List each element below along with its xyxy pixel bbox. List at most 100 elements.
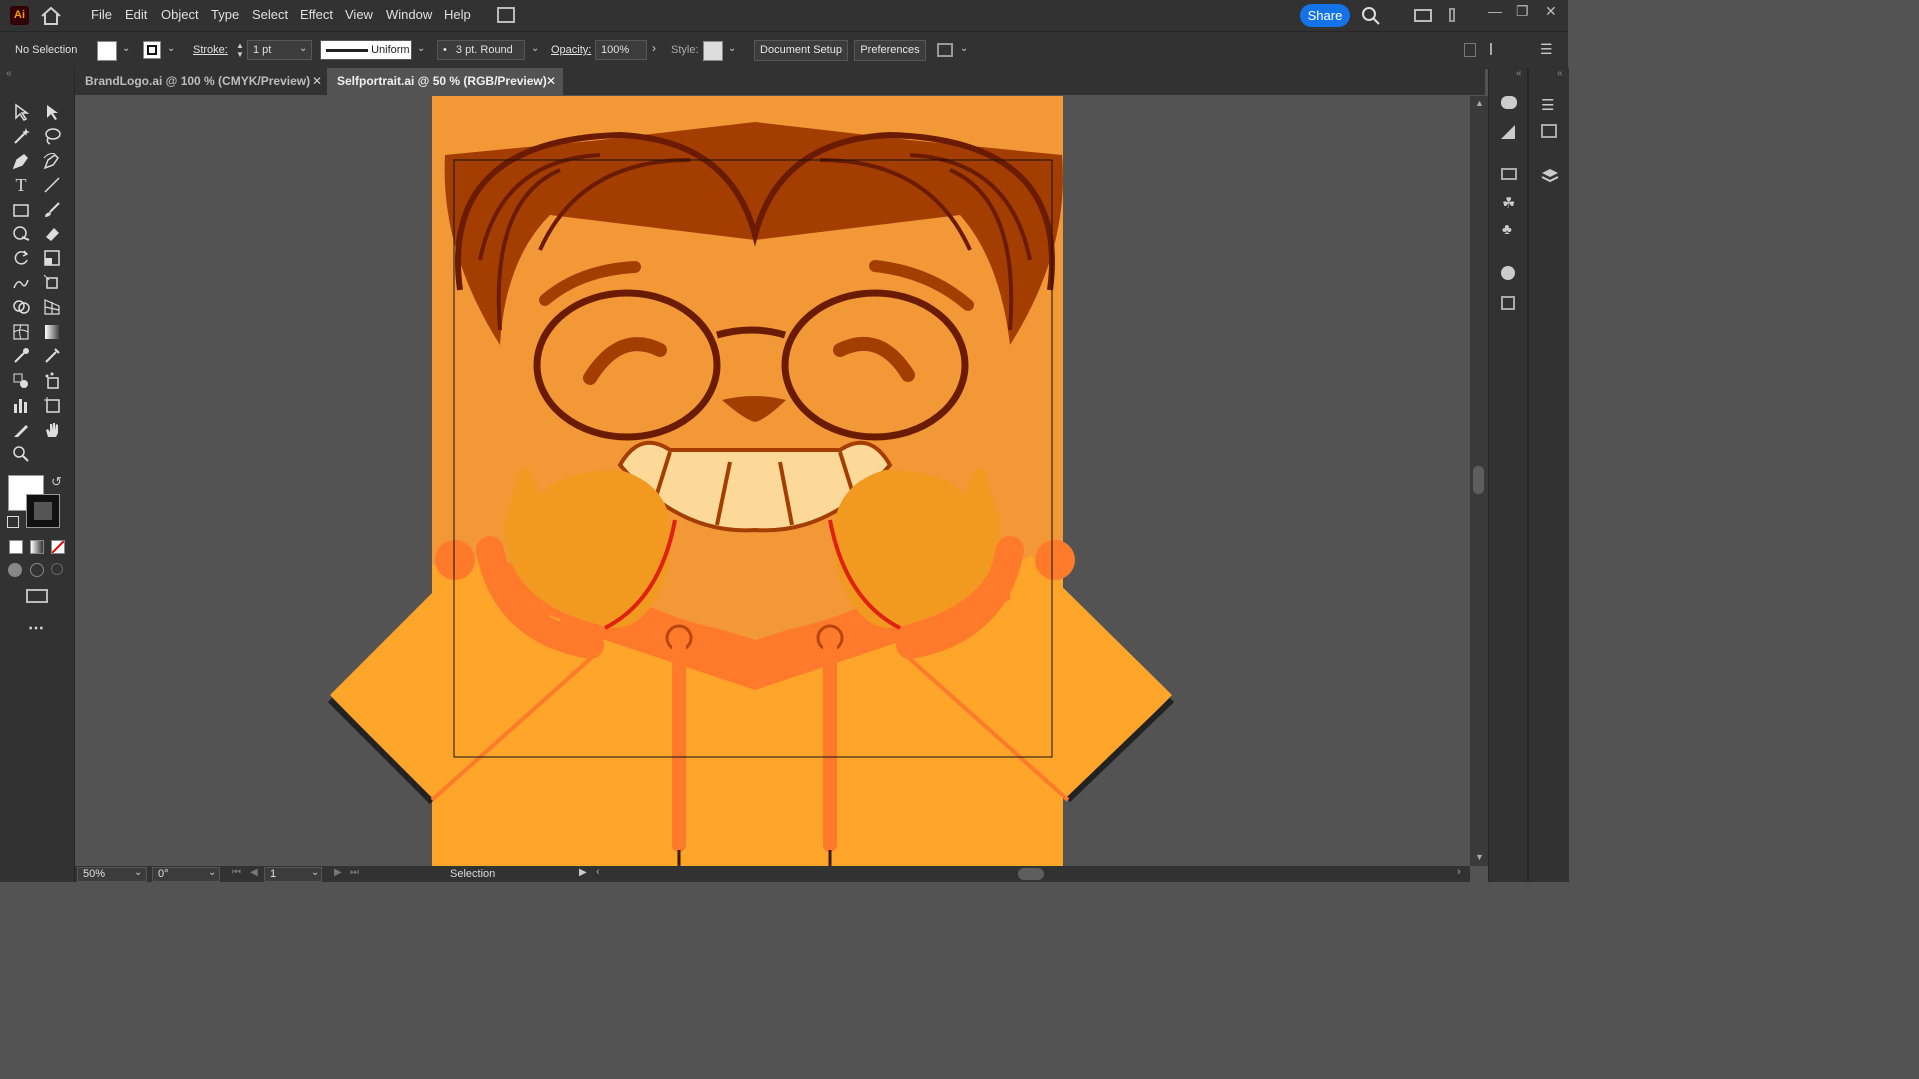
close-icon[interactable]: ✕ [1545,3,1557,20]
collapse-dock-right-icon[interactable]: « [1557,68,1563,79]
menu-window[interactable]: Window [386,7,432,22]
type-tool-icon[interactable]: T [10,174,32,196]
brush-definition[interactable]: • 3 pt. Round [437,40,525,60]
artboard-dropdown-icon[interactable]: ⌄ [311,867,319,878]
draw-inside-icon[interactable] [51,563,63,575]
stroke-swatch-dropdown-icon[interactable]: ⌄ [167,43,175,54]
mesh-tool-icon[interactable] [10,321,32,343]
paintbrush-tool-icon[interactable] [41,199,63,221]
screen-mode-icon[interactable] [26,589,48,603]
scroll-up-icon[interactable]: ▲ [1475,98,1484,108]
rotate-tool-icon[interactable] [10,247,32,269]
scroll-down-icon[interactable]: ▼ [1475,852,1484,862]
scale-tool-icon[interactable] [41,247,63,269]
properties-panel-icon[interactable]: ☰ [1541,96,1554,114]
slice-tool-icon[interactable] [10,419,32,441]
workspace-switcher-icon[interactable] [1414,9,1432,22]
column-graph-tool-icon[interactable] [10,394,32,416]
artboard-tool-icon[interactable] [41,394,63,416]
document-setup-button[interactable]: Document Setup [754,40,848,61]
arrange-documents-icon[interactable] [497,7,515,23]
menu-object[interactable]: Object [161,7,199,22]
close-tab-selfportrait-icon[interactable]: ✕ [546,68,556,95]
fill-dropdown-icon[interactable]: ⌄ [122,43,130,54]
transform-panel-icon[interactable] [1501,296,1515,310]
color-panel-icon[interactable] [1501,96,1517,109]
menu-edit[interactable]: Edit [125,7,147,22]
menu-view[interactable]: View [345,7,373,22]
preferences-button[interactable]: Preferences [854,40,926,61]
menu-help[interactable]: Help [444,7,471,22]
previous-artboard-icon[interactable]: ◀ [250,867,258,878]
stroke-label[interactable]: Stroke: [193,44,228,56]
libraries-panel-icon[interactable] [1541,124,1557,138]
last-artboard-icon[interactable]: ⏭ [350,867,359,878]
pen-tool-icon[interactable] [10,150,32,172]
variable-width-profile[interactable]: Uniform [320,40,412,60]
panel-menu-icon[interactable]: ☰ [1540,41,1553,58]
gradient-tool-icon[interactable] [41,321,63,343]
menu-effect[interactable]: Effect [300,7,333,22]
minimize-icon[interactable]: — [1488,3,1502,19]
menu-file[interactable]: File [91,7,112,22]
rectangle-tool-icon[interactable] [10,199,32,221]
scroll-left-icon[interactable]: ‹ [596,866,600,878]
align-dropdown-icon[interactable]: ⌄ [960,43,968,54]
next-artboard-icon[interactable]: ▶ [334,867,342,878]
home-icon[interactable] [40,6,62,29]
opacity-field[interactable]: 100% [595,40,647,60]
close-tab-brandlogo-icon[interactable]: ✕ [312,68,322,95]
menu-select[interactable]: Select [252,7,288,22]
first-artboard-icon[interactable]: ⏮ [232,867,241,878]
collapse-toolbar-icon[interactable]: « [6,68,12,79]
fill-swatch[interactable] [97,41,117,61]
graphic-style-swatch[interactable] [703,41,723,61]
draw-normal-icon[interactable] [8,563,22,577]
draw-behind-icon[interactable] [30,563,44,577]
free-transform-tool-icon[interactable] [41,272,63,294]
horizontal-scroll-thumb[interactable] [1018,868,1044,880]
collapse-dock-left-icon[interactable]: « [1516,68,1522,79]
stroke-stepper-icon[interactable]: ▲ ▼ [236,41,244,59]
lasso-tool-icon[interactable] [41,125,63,147]
isolate-icon[interactable] [1464,43,1476,57]
eyedropper-tool-icon[interactable] [10,345,32,367]
swatches-panel-icon[interactable] [1501,168,1517,180]
layers-panel-icon[interactable] [1541,168,1559,187]
profile-dropdown-icon[interactable]: ⌄ [417,43,425,54]
blend-tool-icon[interactable] [10,370,32,392]
zoom-tool-icon[interactable] [10,443,32,465]
zoom-dropdown-icon[interactable]: ⌄ [134,867,142,878]
brushes-panel-icon[interactable]: ☘ [1502,194,1515,212]
color-guide-icon[interactable] [1501,125,1515,139]
line-tool-icon[interactable] [41,174,63,196]
shaper-tool-icon[interactable] [10,223,32,245]
symbol-sprayer-tool-icon[interactable] [41,370,63,392]
warp-tool-icon[interactable] [10,272,32,294]
appearance-panel-icon[interactable] [1501,266,1515,280]
stroke-weight-dropdown-icon[interactable]: ⌄ [299,43,307,54]
selection-tool-icon[interactable] [10,101,32,123]
vertical-scrollbar[interactable]: ▲ ▼ [1470,96,1488,866]
edit-toolbar-icon[interactable]: ⋯ [28,618,44,638]
status-menu-icon[interactable]: ▶ [579,867,587,878]
measure-tool-icon[interactable] [41,345,63,367]
eraser-tool-icon[interactable] [41,223,63,245]
direct-selection-tool-icon[interactable] [41,101,63,123]
stroke-color-swatch[interactable] [26,494,60,528]
maximize-icon[interactable]: ❐ [1516,3,1529,20]
none-mode-icon[interactable] [51,540,65,554]
default-fill-stroke-icon[interactable] [7,516,19,528]
curvature-tool-icon[interactable] [41,150,63,172]
align-panel-icon[interactable] [1490,43,1506,55]
color-mode-icon[interactable] [9,540,23,554]
tab-brandlogo[interactable]: BrandLogo.ai @ 100 % (CMYK/Preview) [75,68,325,95]
align-options-icon[interactable] [937,43,953,57]
stroke-swatch[interactable] [143,41,161,59]
menu-type[interactable]: Type [211,7,239,22]
scroll-thumb[interactable] [1473,466,1484,494]
opacity-expand-icon[interactable]: › [652,41,656,55]
share-button[interactable]: Share [1300,4,1350,27]
app-logo[interactable]: Ai [10,6,29,25]
style-dropdown-icon[interactable]: ⌄ [728,43,736,54]
